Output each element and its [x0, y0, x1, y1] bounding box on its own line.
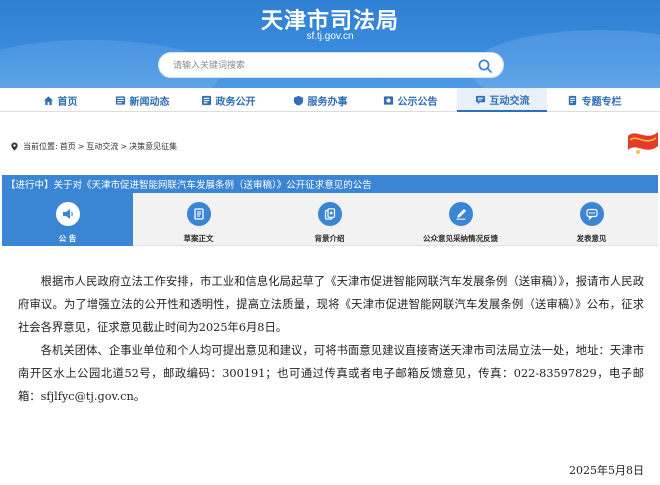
breadcrumb-prefix: 当前位置: [23, 141, 58, 151]
tab-label: 公众意见采纳情况反馈 [423, 234, 498, 243]
announcement-body: 根据市人民政府立法工作安排，市工业和信息化局起草了《天津市促进智能网联汽车发展条… [18, 270, 644, 408]
topic-icon [568, 95, 576, 105]
home-icon [43, 95, 53, 105]
tab-label: 草案正文 [183, 234, 214, 243]
service-icon [293, 95, 303, 106]
files-icon [324, 208, 335, 220]
speaker-icon [62, 209, 73, 219]
announcement-date: 2025年5月8日 [569, 464, 644, 477]
info-icon [201, 95, 211, 105]
breadcrumb: 当前位置: 首页 > 互动交流 > 决策意见征集 [10, 140, 179, 152]
tab-announcement[interactable]: 公 告 [2, 193, 133, 246]
nav-item-label: 首页 [57, 96, 78, 108]
tab-icon-circle [186, 202, 211, 226]
nav-item-label: 互动交流 [489, 95, 530, 107]
tab-icon-circle [317, 202, 342, 226]
nav-item-label: 新闻动态 [129, 96, 170, 108]
search-input[interactable] [173, 57, 463, 75]
notice-icon [383, 95, 393, 105]
tab-label: 背景介绍 [314, 234, 345, 243]
interact-icon [475, 95, 485, 104]
nav-item-interaction[interactable]: 互动交流 [457, 88, 547, 112]
tab-label: 公 告 [58, 234, 77, 243]
chat-icon [585, 208, 598, 221]
main-nav: 首页 新闻动态 政务公开 服务办事 公示公告 互动交流 专题专栏 [0, 88, 660, 112]
announcement-paragraph: 各机关团体、企事业单位和个人均可提出意见和建议，可将书面意见建议直接寄送天津市司… [18, 344, 644, 403]
notice-title-bar: 【进行中】关于对《天津市促进智能网联汽车发展条例（送审稿）》公开征求意见的公告 [2, 175, 658, 193]
consultation-tabs: 公 告 草案正文 背景介绍 公众意见采纳情况反馈 发表意见 [2, 193, 658, 246]
breadcrumb-link-opinion[interactable]: 决策意见征集 [129, 141, 177, 152]
tab-icon-circle [55, 202, 80, 226]
news-icon [115, 95, 125, 105]
breadcrumb-separator: > [77, 141, 85, 151]
nav-item-notices[interactable]: 公示公告 [368, 88, 452, 112]
site-url: sf.tj.gov.cn [306, 31, 354, 42]
breadcrumb-link-home[interactable]: 首页 [60, 141, 76, 152]
tab-draft-text[interactable]: 草案正文 [133, 193, 264, 246]
search-icon[interactable] [477, 58, 493, 74]
location-pin-icon [11, 141, 18, 151]
tab-background[interactable]: 背景介绍 [264, 193, 395, 246]
tab-icon-circle [579, 202, 604, 226]
tab-feedback[interactable]: 公众意见采纳情况反馈 [395, 193, 526, 246]
nav-item-label: 服务办事 [307, 96, 348, 108]
ribbon-flag-icon [628, 132, 658, 154]
tab-icon-circle [448, 202, 473, 226]
nav-item-government-info[interactable]: 政务公开 [186, 88, 270, 112]
tab-submit-opinion[interactable]: 发表意见 [526, 193, 657, 246]
nav-item-label: 政务公开 [215, 96, 256, 108]
nav-item-services[interactable]: 服务办事 [278, 88, 362, 112]
breadcrumb-link-interaction[interactable]: 互动交流 [86, 141, 118, 152]
nav-item-news[interactable]: 新闻动态 [100, 88, 184, 112]
nav-item-home[interactable]: 首页 [30, 88, 90, 112]
document-icon [193, 208, 204, 220]
search-box[interactable] [158, 52, 504, 78]
announcement-paragraph: 根据市人民政府立法工作安排，市工业和信息化局起草了《天津市促进智能网联汽车发展条… [18, 275, 644, 334]
pen-icon [456, 209, 466, 220]
tab-label: 发表意见 [576, 234, 607, 243]
nav-item-topics[interactable]: 专题专栏 [552, 88, 636, 112]
breadcrumb-separator: > [120, 141, 128, 151]
nav-item-label: 公示公告 [397, 96, 438, 108]
nav-item-label: 专题专栏 [581, 96, 622, 108]
